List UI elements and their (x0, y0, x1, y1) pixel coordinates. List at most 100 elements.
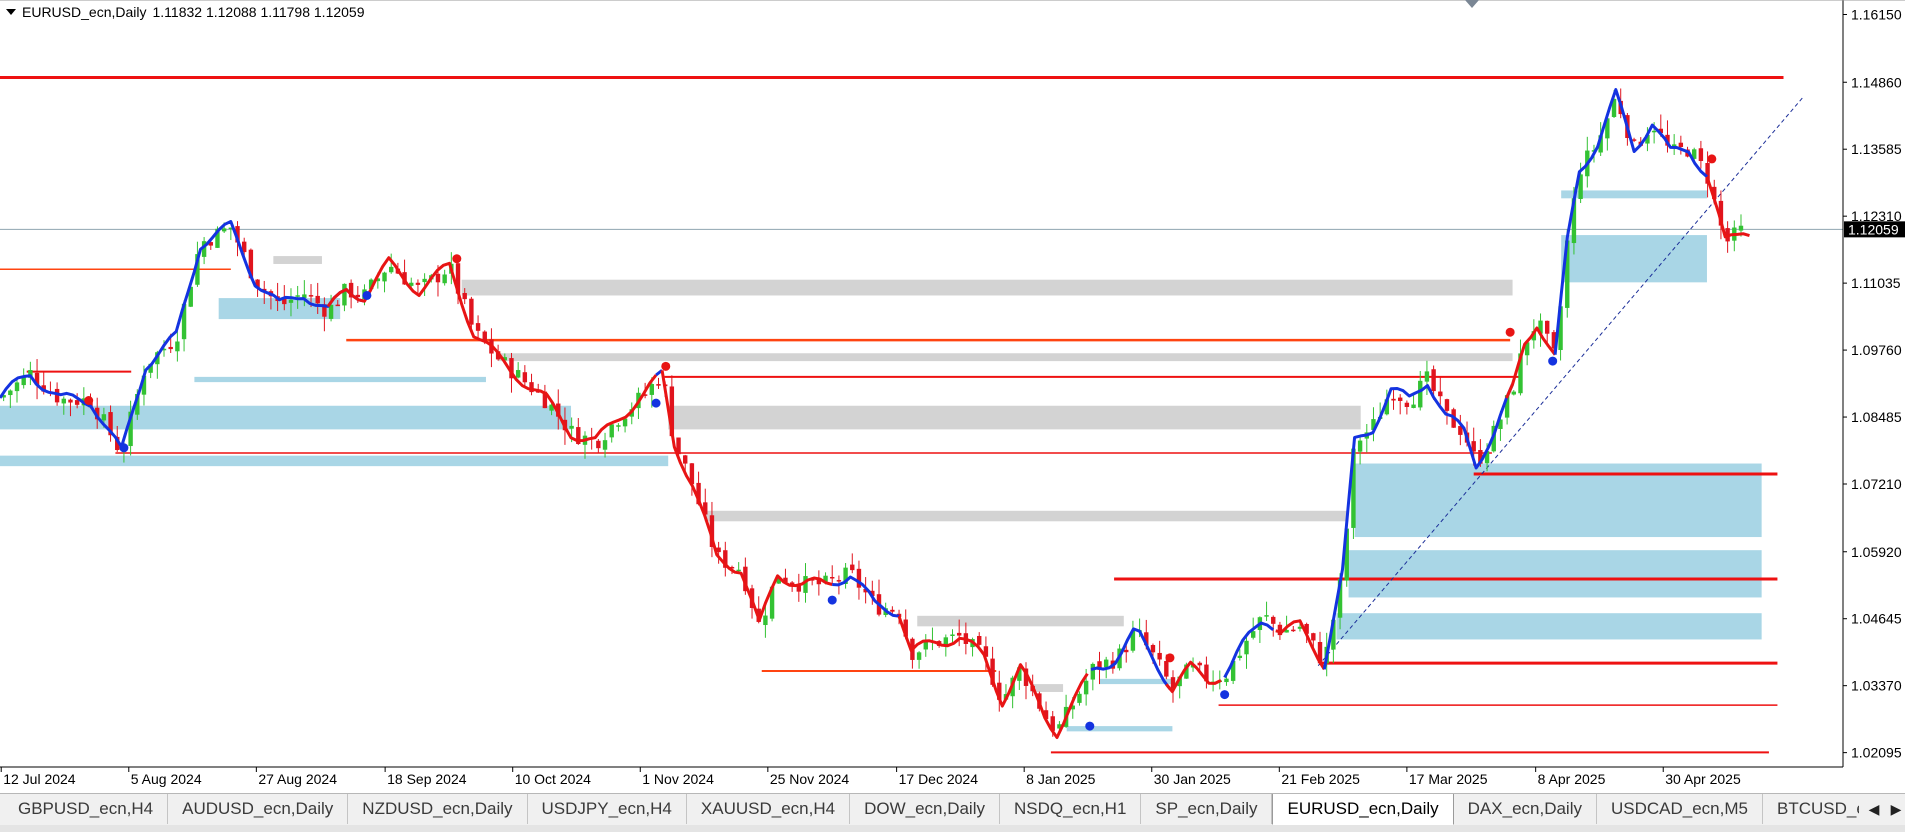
zone-rect (1336, 613, 1762, 640)
buy-signal-dot (362, 290, 372, 300)
time-label: 30 Jan 2025 (1154, 771, 1231, 787)
bear-candle (596, 440, 601, 449)
chart-tab[interactable]: GBPUSD_ecn,H4 (4, 794, 169, 824)
chart-tab[interactable]: AUDUSD_ecn,Daily (168, 794, 349, 824)
bear-candle (308, 295, 314, 297)
sell-signal-dot (661, 361, 671, 371)
chart-window[interactable]: 1.16150 1.14860 1.13585 1.12310 1.11035 1.097… (0, 0, 1905, 831)
buy-signal-dot (1085, 721, 1095, 731)
bear-candle (68, 399, 73, 403)
time-label: 5 Aug 2024 (131, 771, 202, 787)
zone-rect (218, 298, 341, 320)
bull-candle (14, 382, 20, 392)
price-label: 1.16150 (1851, 7, 1902, 23)
bull-candle (1224, 678, 1229, 683)
bull-candle (943, 637, 949, 645)
buy-signal-dot (651, 398, 661, 408)
time-label: 17 Dec 2024 (899, 771, 979, 787)
zone-rect (0, 405, 572, 430)
bull-candle (175, 341, 180, 352)
zone-rect (273, 256, 322, 264)
bull-candle (342, 283, 347, 306)
price-label: 1.05920 (1851, 544, 1902, 560)
zone-rect (461, 279, 1513, 296)
price-label: 1.09760 (1851, 342, 1902, 358)
price-chart[interactable]: 1.161501.148601.135851.123101.110351.097… (0, 0, 1905, 793)
time-label: 1 Nov 2024 (642, 771, 714, 787)
price-label: 1.11035 (1851, 275, 1901, 291)
bear-candle (890, 609, 895, 612)
buy-signal-dot (1220, 690, 1230, 700)
symbol-name: EURUSD_ecn,Daily (22, 4, 147, 20)
chart-tab[interactable]: USDCAD_ecn,M5 (1597, 794, 1763, 824)
chart-tab[interactable]: DAX_ecn,Daily (1454, 794, 1597, 824)
bull-candle (1083, 680, 1089, 695)
bull-candle (803, 576, 808, 593)
symbol-header: EURUSD_ecn,Daily 1.11832 1.12088 1.11798… (6, 3, 365, 21)
chart-tab[interactable]: EURUSD_ecn,Daily (1272, 794, 1454, 825)
bull-candle (736, 569, 741, 572)
bull-candle (1077, 693, 1082, 703)
bull-candle (1424, 371, 1430, 382)
bear-candle (1397, 397, 1403, 401)
bull-candle (1250, 631, 1256, 638)
zone-rect (1066, 726, 1173, 732)
zone-rect (668, 405, 1361, 430)
bear-candle (1311, 633, 1316, 641)
chart-tab[interactable]: SP_ecn,Daily (1141, 794, 1273, 824)
scroll-right-icon[interactable]: ▶ (1887, 798, 1905, 820)
bull-candle (1651, 130, 1657, 133)
bear-candle (1271, 616, 1276, 624)
chart-tab[interactable]: USDJPY_ecn,H4 (528, 794, 687, 824)
bull-candle (1103, 659, 1109, 668)
bull-candle (442, 274, 447, 284)
price-label: 1.08485 (1851, 409, 1902, 425)
sell-signal-dot (84, 396, 94, 406)
bear-candle (1150, 645, 1156, 653)
bear-candle (168, 346, 173, 350)
bear-candle (1124, 649, 1129, 653)
downtrend-line (1505, 326, 1557, 399)
chart-tab[interactable]: NZDUSD_ecn,Daily (348, 794, 528, 824)
bull-candle (8, 390, 13, 396)
time-label: 10 Oct 2024 (515, 771, 591, 787)
chart-tab[interactable]: DOW_ecn,Daily (850, 794, 1000, 824)
zone-rect (1561, 235, 1707, 283)
zone-rect (704, 510, 1349, 522)
time-label: 18 Sep 2024 (387, 771, 467, 787)
bear-candle (1164, 661, 1169, 677)
buy-signal-dot (119, 443, 129, 453)
bull-candle (609, 424, 614, 438)
price-label: 1.03370 (1851, 678, 1902, 694)
bear-candle (522, 372, 528, 383)
bear-candle (956, 632, 962, 636)
bear-candle (1698, 148, 1704, 162)
bull-candle (389, 266, 394, 273)
scroll-left-icon[interactable]: ◀ (1865, 798, 1883, 820)
bear-candle (335, 304, 340, 307)
bear-candle (462, 292, 467, 300)
bull-candle (1738, 225, 1744, 231)
chevron-down-icon[interactable] (6, 9, 16, 15)
chart-tab[interactable]: XAUUSD_ecn,H4 (687, 794, 851, 824)
bull-candle (1264, 615, 1269, 617)
bull-candle (649, 384, 655, 395)
zone-rect (1099, 678, 1173, 685)
chart-shift-marker-icon[interactable] (1465, 0, 1479, 8)
bear-candle (1431, 369, 1436, 392)
bull-candle (916, 652, 922, 660)
time-label: 8 Jan 2025 (1026, 771, 1095, 787)
bear-candle (656, 384, 661, 386)
price-label: 1.04645 (1851, 611, 1902, 627)
bear-candle (1291, 629, 1296, 632)
zone-rect (917, 615, 1124, 627)
bull-candle (1411, 404, 1416, 408)
bear-candle (475, 323, 481, 331)
bear-candle (1404, 402, 1410, 407)
zone-rect (1561, 190, 1707, 199)
bear-candle (415, 282, 421, 285)
bear-candle (683, 455, 688, 464)
bull-candle (1357, 440, 1363, 452)
chart-tab[interactable]: NSDQ_ecn,H1 (1000, 794, 1142, 824)
bull-candle (1090, 663, 1096, 680)
